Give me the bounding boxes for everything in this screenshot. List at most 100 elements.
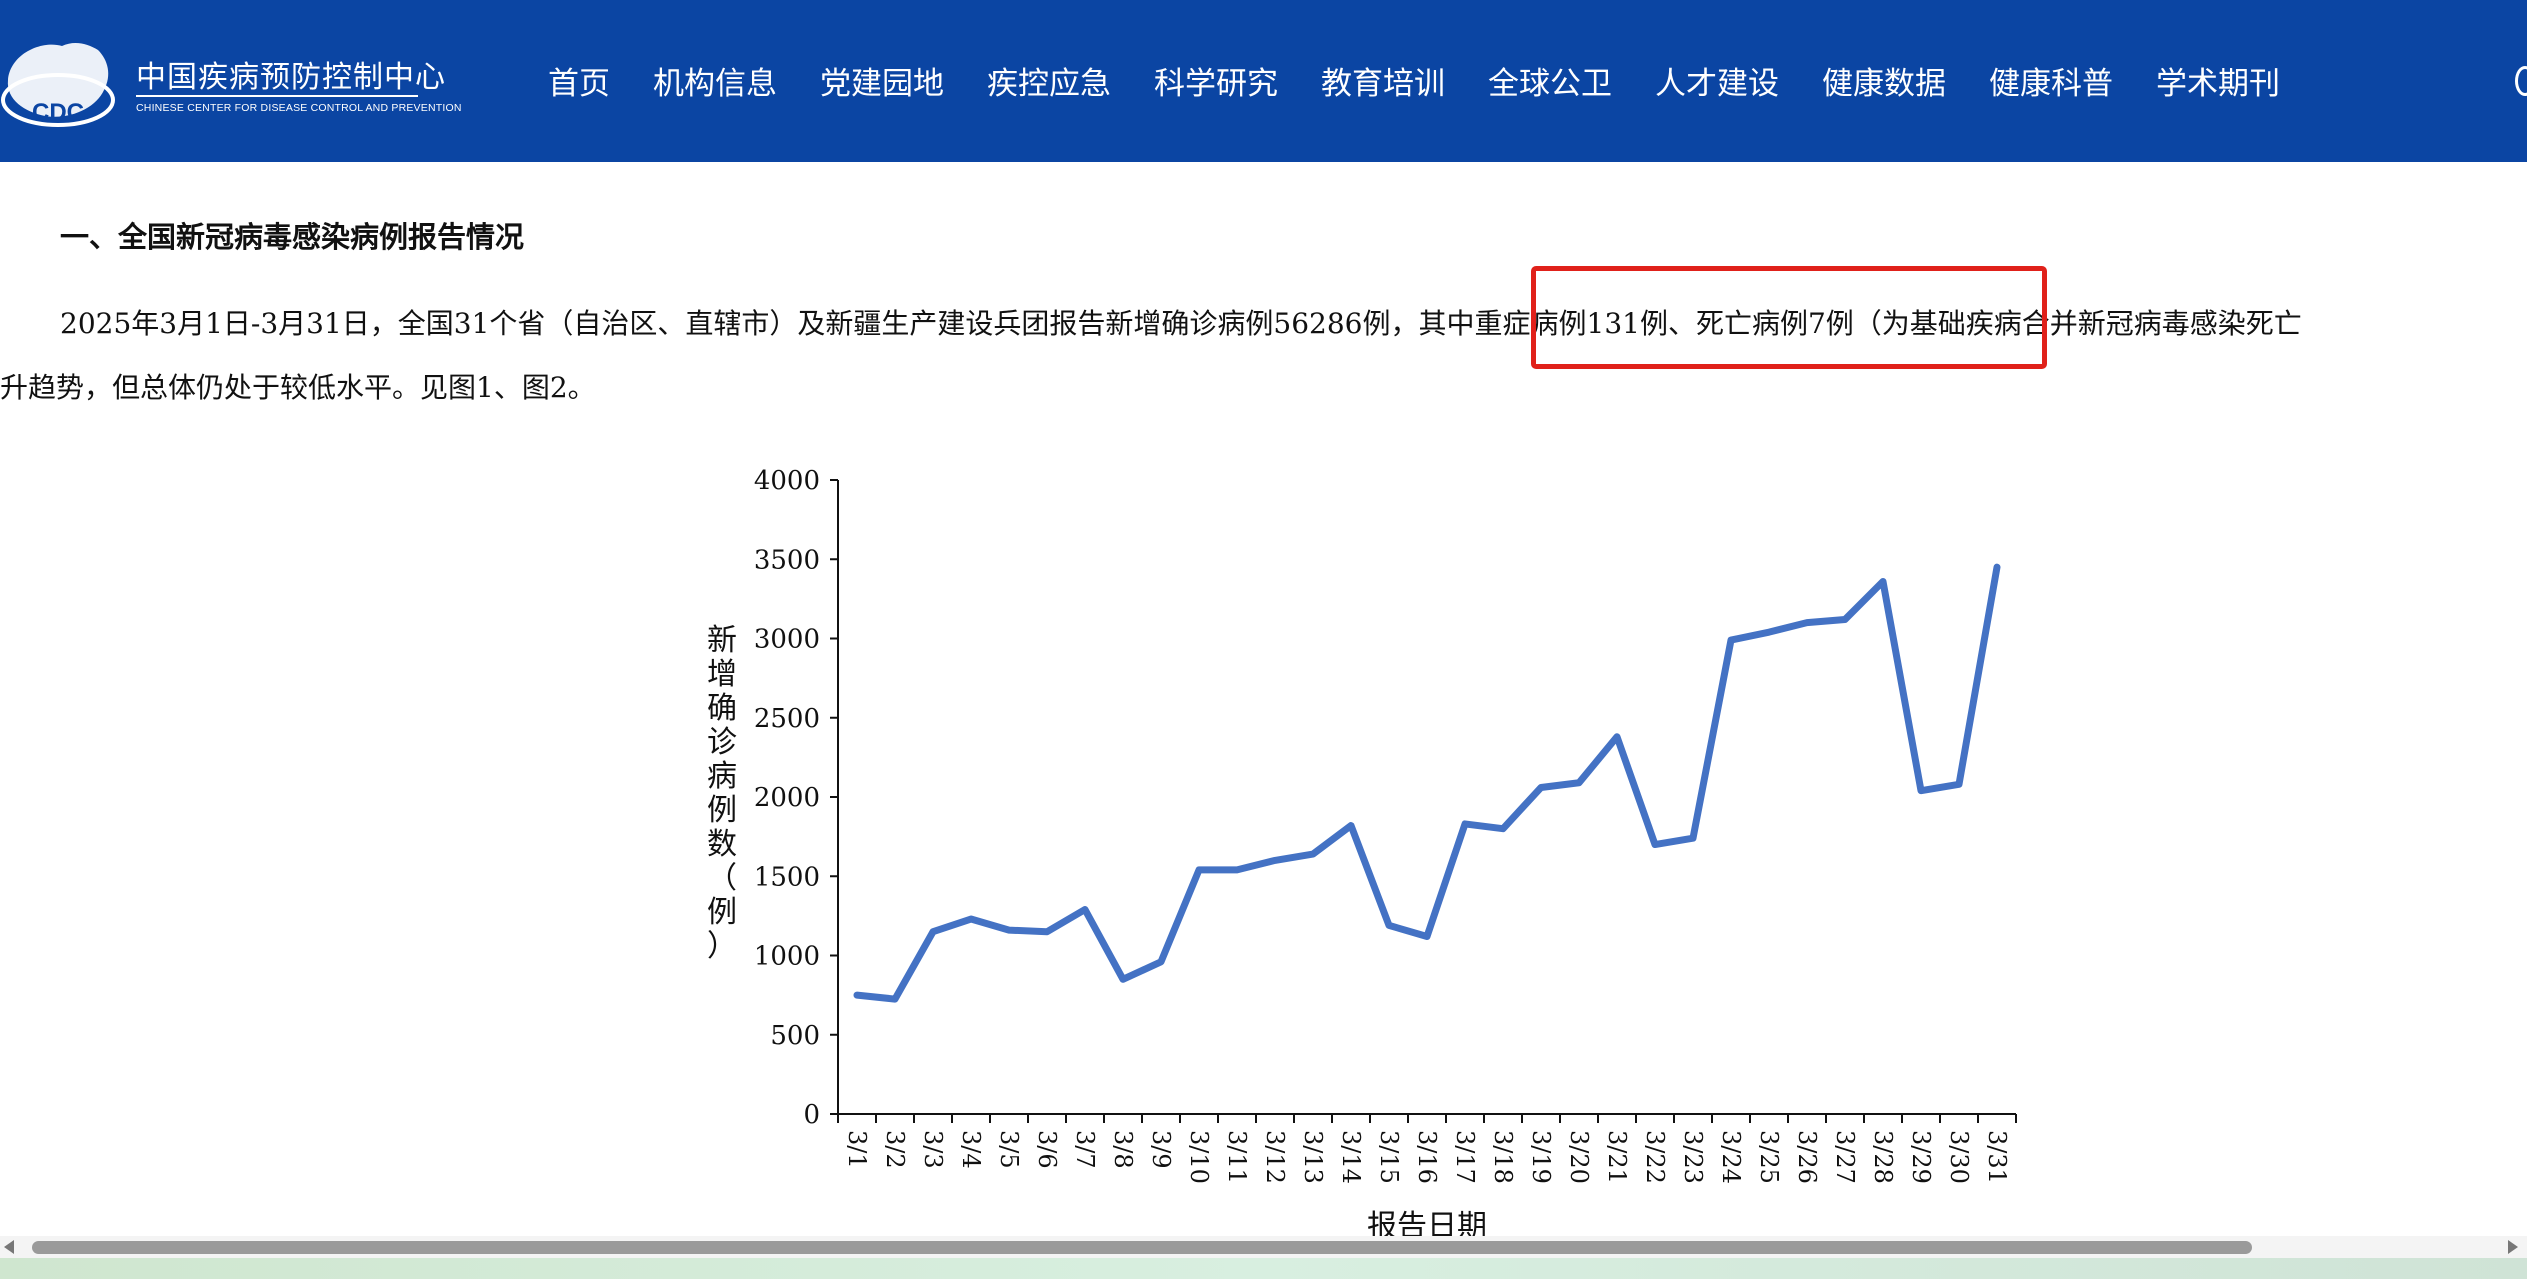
x-tick-label: 3/10 xyxy=(1185,1130,1213,1184)
main-nav: 首页 机构信息 党建园地 疾控应急 科学研究 教育培训 全球公卫 人才建设 健康… xyxy=(548,58,2323,103)
data-point xyxy=(856,994,858,996)
x-tick-label: 3/5 xyxy=(995,1130,1023,1169)
x-tick-label: 3/18 xyxy=(1489,1130,1517,1184)
x-tick-label: 3/23 xyxy=(1679,1130,1707,1184)
y-tick-label: 1000 xyxy=(754,942,820,972)
data-point xyxy=(1540,786,1542,788)
x-tick-label: 3/31 xyxy=(1983,1130,2011,1184)
nav-item-party[interactable]: 党建园地 xyxy=(820,58,944,103)
data-point xyxy=(1882,580,1884,582)
data-point xyxy=(1236,869,1238,871)
data-point xyxy=(1122,978,1124,980)
x-tick-label: 3/7 xyxy=(1071,1130,1099,1169)
x-tick-label: 3/30 xyxy=(1945,1130,1973,1184)
daily-cases-line-chart: 0 500 1000 1500 2000 2500 3000 3500 4000 3/1 3/2 3/… xyxy=(707,466,2017,1240)
x-tick-label: 3/2 xyxy=(881,1130,909,1169)
y-tick-label: 0 xyxy=(803,1100,820,1130)
data-point xyxy=(1958,783,1960,785)
x-tick-label: 3/29 xyxy=(1907,1130,1935,1184)
x-tick-label: 3/9 xyxy=(1147,1130,1175,1169)
x-tick-label: 3/14 xyxy=(1337,1130,1365,1184)
site-header: CDC 中国疾病预防控制中心 CHINESE CENTER FOR DISEAS… xyxy=(0,0,2527,162)
data-point xyxy=(1996,566,1998,568)
data-point xyxy=(1426,935,1428,937)
data-point xyxy=(1692,837,1694,839)
data-point xyxy=(1160,961,1162,963)
data-point xyxy=(1350,825,1352,827)
x-tick-label: 3/25 xyxy=(1755,1130,1783,1184)
data-point xyxy=(1198,869,1200,871)
nav-item-org-info[interactable]: 机构信息 xyxy=(653,58,777,103)
nav-item-training[interactable]: 教育培训 xyxy=(1321,58,1445,103)
logo-divider xyxy=(136,95,418,97)
scroll-left-arrow-icon[interactable] xyxy=(4,1240,14,1254)
logo-title-en: CHINESE CENTER FOR DISEASE CONTROL AND P… xyxy=(136,102,462,114)
data-point xyxy=(1768,631,1770,633)
x-tick-label: 3/22 xyxy=(1641,1130,1669,1184)
y-tick-label: 1500 xyxy=(754,862,820,892)
x-tick-label: 3/11 xyxy=(1223,1130,1251,1184)
y-tick-label: 4000 xyxy=(754,466,820,496)
scroll-right-arrow-icon[interactable] xyxy=(2508,1240,2518,1254)
data-point xyxy=(1844,618,1846,620)
x-tick-label: 3/19 xyxy=(1527,1130,1555,1184)
scrollbar-thumb[interactable] xyxy=(32,1241,2252,1254)
x-tick-label: 3/6 xyxy=(1033,1130,1061,1169)
data-point xyxy=(1616,736,1618,738)
data-point xyxy=(970,918,972,920)
search-icon[interactable] xyxy=(2515,66,2527,96)
nav-item-health-data[interactable]: 健康数据 xyxy=(1822,58,1946,103)
y-tick-label: 2500 xyxy=(754,704,820,734)
x-tick-label: 3/24 xyxy=(1717,1130,1745,1184)
x-tick-label: 3/13 xyxy=(1299,1130,1327,1184)
data-point xyxy=(1008,929,1010,931)
horizontal-scrollbar[interactable] xyxy=(0,1236,2527,1258)
data-point xyxy=(1920,790,1922,792)
x-tick-label: 3/26 xyxy=(1793,1130,1821,1184)
y-tick-label: 2000 xyxy=(754,783,820,813)
y-tick-label: 3500 xyxy=(754,545,820,575)
data-point xyxy=(1084,909,1086,911)
logo-title-cn[interactable]: 中国疾病预防控制中心 xyxy=(136,52,446,96)
taskbar-strip xyxy=(0,1258,2527,1279)
data-point xyxy=(932,931,934,933)
nav-item-global-health[interactable]: 全球公卫 xyxy=(1488,58,1612,103)
logo-badge-text: CDC xyxy=(32,99,84,126)
paragraph-text-a: 2025年3月1日-3月31日，全国31个省（自治区、直辖市）及新疆生产建设兵团… xyxy=(60,307,1419,340)
x-tick-label: 3/1 xyxy=(843,1130,871,1169)
x-tick-label: 3/4 xyxy=(957,1130,985,1169)
nav-item-emergency[interactable]: 疾控应急 xyxy=(987,58,1111,103)
data-point xyxy=(1654,844,1656,846)
y-axis-title: 新增确诊病例数（例） xyxy=(707,623,737,964)
nav-item-home[interactable]: 首页 xyxy=(548,58,610,103)
nav-item-talent[interactable]: 人才建设 xyxy=(1655,58,1779,103)
y-tick-label: 3000 xyxy=(754,625,820,655)
x-tick-label: 3/15 xyxy=(1375,1130,1403,1184)
report-paragraph-line2: 升趋势，但总体仍处于较低水平。见图1、图2。 xyxy=(0,371,596,404)
data-point xyxy=(1046,931,1048,933)
nav-item-journals[interactable]: 学术期刊 xyxy=(2156,58,2280,103)
cdc-logo-icon[interactable]: CDC xyxy=(0,20,120,140)
x-tick-label: 3/21 xyxy=(1603,1130,1631,1184)
nav-item-health-science[interactable]: 健康科普 xyxy=(1989,58,2113,103)
data-point xyxy=(1464,823,1466,825)
x-tick-label: 3/8 xyxy=(1109,1130,1137,1169)
x-tick-label: 3/16 xyxy=(1413,1130,1441,1184)
nav-item-research[interactable]: 科学研究 xyxy=(1154,58,1278,103)
x-tick-label: 3/3 xyxy=(919,1130,947,1169)
data-point xyxy=(1312,853,1314,855)
page: CDC 中国疾病预防控制中心 CHINESE CENTER FOR DISEAS… xyxy=(0,0,2527,1279)
x-tick-label: 3/20 xyxy=(1565,1130,1593,1184)
y-tick-label: 500 xyxy=(770,1021,820,1051)
data-point xyxy=(1274,859,1276,861)
red-highlight-box xyxy=(1531,266,2047,369)
data-point xyxy=(1806,622,1808,624)
x-tick-label: 3/27 xyxy=(1831,1130,1859,1184)
x-tick-label: 3/28 xyxy=(1869,1130,1897,1184)
data-point xyxy=(1578,782,1580,784)
section-title: 一、全国新冠病毒感染病例报告情况 xyxy=(60,220,525,254)
x-tick-label: 3/12 xyxy=(1261,1130,1289,1184)
x-tick-label: 3/17 xyxy=(1451,1130,1479,1184)
data-point xyxy=(894,998,896,1000)
data-point xyxy=(1502,828,1504,830)
